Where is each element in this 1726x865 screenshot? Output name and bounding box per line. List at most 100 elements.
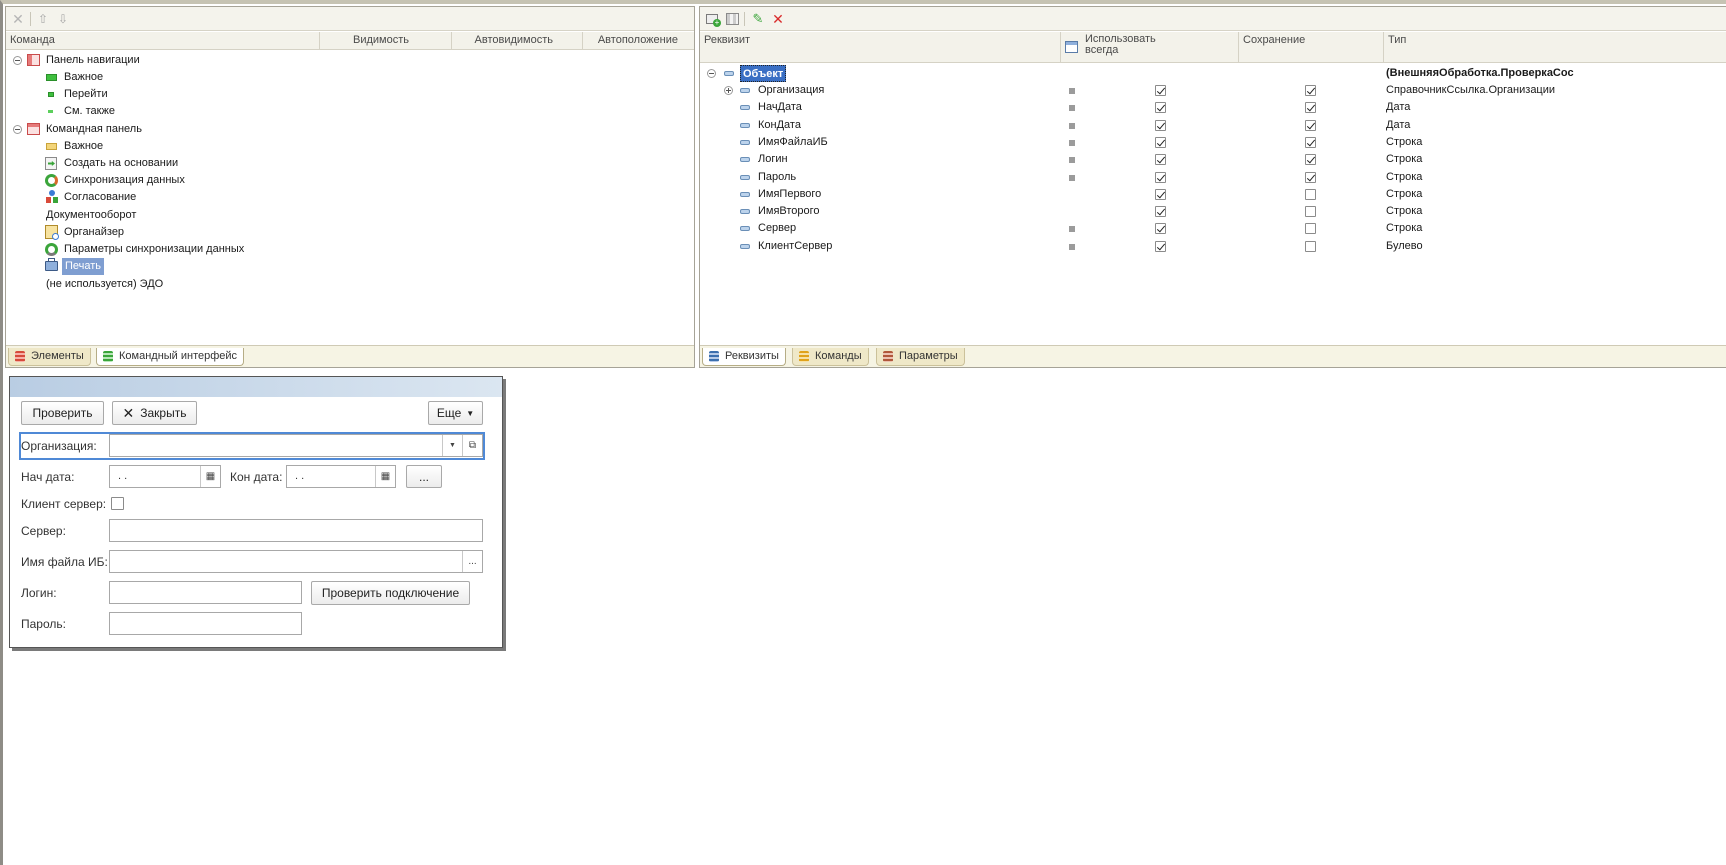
tree-row-approval[interactable]: Согласование xyxy=(6,188,694,207)
col-visibility[interactable]: Видимость xyxy=(320,32,452,49)
attr-name: ИмяФайлаИБ xyxy=(758,135,828,148)
save-checkbox[interactable] xyxy=(1305,136,1316,148)
use-marker-icon xyxy=(1069,105,1075,112)
yellow-bar-icon xyxy=(46,143,57,150)
save-checkbox[interactable] xyxy=(1305,154,1316,166)
organization-field[interactable]: ⧉ ▼ xyxy=(109,434,483,457)
add-column-icon[interactable] xyxy=(724,11,740,27)
attr-name: Организация xyxy=(758,84,825,96)
col-use-always[interactable]: Использовать всегда xyxy=(1061,32,1239,62)
green-tiny-icon xyxy=(48,110,53,113)
attr-row[interactable]: Пароль Строка xyxy=(700,168,1726,187)
start-date-field[interactable]: . . ▦ xyxy=(109,465,221,488)
collapse-icon[interactable] xyxy=(707,69,716,78)
tree-row-see-also[interactable]: См. также xyxy=(6,102,694,121)
attribute-icon xyxy=(740,226,750,232)
attr-row[interactable]: Организация СправочникСсылка.Организации xyxy=(700,81,1726,100)
tab-elements[interactable]: Элементы xyxy=(8,348,91,366)
server-label: Сервер: xyxy=(21,524,66,538)
col-type[interactable]: Тип xyxy=(1384,32,1726,62)
form-preview: Проверить ✕ Закрыть Еще ▼ Организация: ⧉… xyxy=(9,376,503,648)
save-checkbox[interactable] xyxy=(1305,102,1316,114)
tree-label-selected: Печать xyxy=(62,258,105,275)
edit-icon[interactable]: ✎ xyxy=(750,11,766,27)
browse-button[interactable]: ... xyxy=(462,551,482,572)
save-checkbox[interactable] xyxy=(1305,171,1316,183)
use-always-checkbox[interactable] xyxy=(1155,154,1166,166)
attr-type: Строка xyxy=(1386,135,1423,148)
tab-command-interface[interactable]: Командный интерфейс xyxy=(96,348,245,366)
use-marker-icon xyxy=(1069,157,1075,164)
use-always-checkbox[interactable] xyxy=(1155,85,1166,96)
more-button[interactable]: Еще ▼ xyxy=(428,401,483,425)
chevron-down-icon: ▼ xyxy=(466,408,475,418)
attr-row[interactable]: ИмяПервого Строка xyxy=(700,185,1726,204)
attr-row[interactable]: Сервер Строка xyxy=(700,219,1726,238)
move-down-icon[interactable]: ⇩ xyxy=(55,11,71,27)
elements-icon xyxy=(15,351,25,362)
save-checkbox[interactable] xyxy=(1305,119,1316,131)
end-date-field[interactable]: . . ▦ xyxy=(286,465,396,488)
attribute-icon xyxy=(740,174,750,180)
close-button[interactable]: ✕ Закрыть xyxy=(112,401,197,425)
dropdown-icon[interactable]: ▼ xyxy=(442,435,462,456)
tab-parameters[interactable]: Параметры xyxy=(876,348,965,366)
expand-icon[interactable] xyxy=(724,86,733,95)
col-auto-position[interactable]: Автоположение xyxy=(583,32,696,49)
attr-row[interactable]: КлиентСервер Булево xyxy=(700,237,1726,256)
use-always-checkbox[interactable] xyxy=(1155,102,1166,114)
form-title-bar xyxy=(10,377,502,397)
open-icon[interactable]: ⧉ xyxy=(462,435,482,456)
col-attribute[interactable]: Реквизит xyxy=(700,32,1061,62)
save-checkbox[interactable] xyxy=(1305,206,1316,218)
command-interface-icon xyxy=(103,351,113,362)
collapse-icon[interactable] xyxy=(13,125,22,134)
attr-row[interactable]: ИмяВторого Строка xyxy=(700,202,1726,221)
command-interface-panel: ✕ ⇧ ⇩ Команда Видимость Автовидимость Ав… xyxy=(5,6,695,368)
col-command[interactable]: Команда xyxy=(6,32,320,49)
ib-file-field[interactable]: ... xyxy=(109,550,483,573)
tab-attributes[interactable]: Реквизиты xyxy=(702,348,786,366)
check-button[interactable]: Проверить xyxy=(21,401,104,425)
server-field[interactable] xyxy=(109,519,483,542)
client-server-checkbox[interactable] xyxy=(111,497,124,510)
right-tabs: Реквизиты Команды Параметры xyxy=(700,345,1726,367)
attr-row[interactable]: Логин Строка xyxy=(700,150,1726,169)
use-always-checkbox[interactable] xyxy=(1155,206,1166,218)
use-always-checkbox[interactable] xyxy=(1155,171,1166,183)
use-always-checkbox[interactable] xyxy=(1155,240,1166,252)
tree-row-edo[interactable]: (не используется) ЭДО xyxy=(6,275,694,294)
login-field[interactable] xyxy=(109,581,302,604)
attr-name: НачДата xyxy=(758,101,802,114)
period-button[interactable]: ... xyxy=(406,465,442,488)
attribute-icon xyxy=(724,71,734,76)
password-field[interactable] xyxy=(109,612,302,635)
save-checkbox[interactable] xyxy=(1305,240,1316,252)
attribute-icon xyxy=(740,209,750,215)
save-checkbox[interactable] xyxy=(1305,188,1316,200)
delete-icon[interactable]: ✕ xyxy=(10,11,26,27)
use-always-checkbox[interactable] xyxy=(1155,136,1166,148)
use-always-checkbox[interactable] xyxy=(1155,119,1166,131)
calendar-icon[interactable]: ▦ xyxy=(375,466,395,487)
move-up-icon[interactable]: ⇧ xyxy=(35,11,51,27)
sync-settings-icon xyxy=(45,243,58,256)
col-auto-visibility[interactable]: Автовидимость xyxy=(452,32,583,49)
collapse-icon[interactable] xyxy=(13,56,22,65)
attr-row[interactable]: НачДата Дата xyxy=(700,98,1726,117)
use-always-checkbox[interactable] xyxy=(1155,223,1166,235)
col-saving[interactable]: Сохранение xyxy=(1239,32,1384,62)
test-connection-button[interactable]: Проверить подключение xyxy=(311,581,470,605)
use-always-checkbox[interactable] xyxy=(1155,188,1166,200)
calendar-icon[interactable]: ▦ xyxy=(200,466,220,487)
tree-row-print[interactable]: Печать xyxy=(6,257,694,276)
add-attribute-icon[interactable]: + xyxy=(704,11,721,27)
attr-name: Пароль xyxy=(758,170,797,183)
save-checkbox[interactable] xyxy=(1305,85,1316,96)
attr-row[interactable]: КонДата Дата xyxy=(700,116,1726,135)
attribute-icon xyxy=(740,139,750,145)
save-checkbox[interactable] xyxy=(1305,223,1316,235)
delete-icon[interactable]: ✕ xyxy=(770,11,786,27)
attr-row[interactable]: ИмяФайлаИБ Строка xyxy=(700,133,1726,152)
tab-commands[interactable]: Команды xyxy=(792,348,869,366)
